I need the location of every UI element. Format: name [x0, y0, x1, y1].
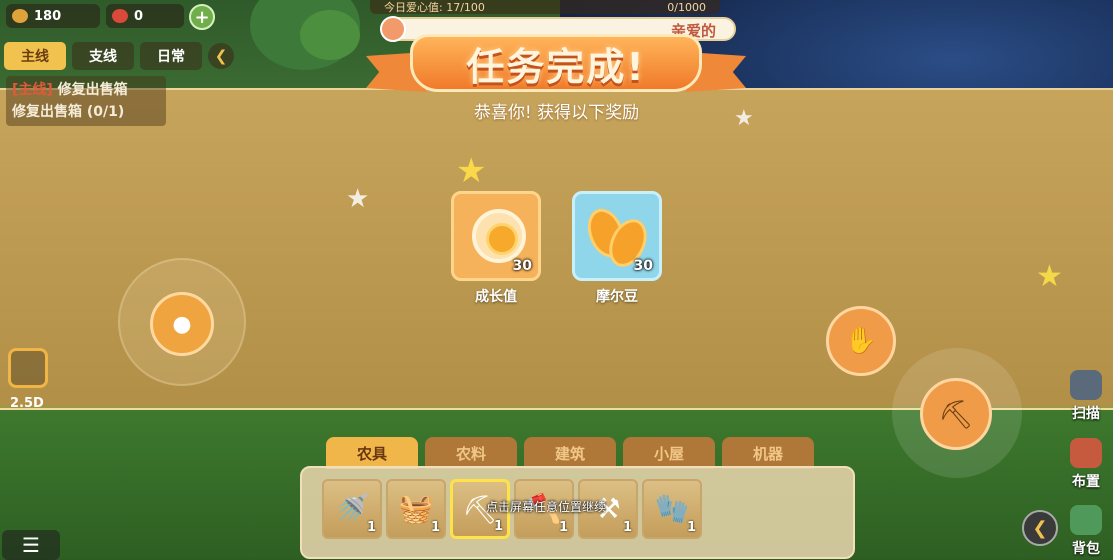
decorate-label: 布置	[1072, 474, 1100, 490]
tab-cabin[interactable]: 小屋	[623, 437, 715, 469]
star-icon: ★	[456, 151, 487, 191]
reward-growth: 30	[451, 191, 541, 281]
interact-button[interactable]: ✋	[826, 306, 896, 376]
collapse-toolbar-icon[interactable]: ❮	[1022, 510, 1058, 546]
scan-icon	[1070, 370, 1102, 400]
reward-mole-bean: 30	[572, 191, 662, 281]
tool-count: 1	[430, 520, 440, 535]
reward-name: 摩尔豆	[596, 289, 638, 305]
reward-name: 成长值	[475, 289, 517, 305]
star-icon: ★	[734, 106, 754, 131]
tab-machine[interactable]: 机器	[722, 437, 814, 469]
tab-building[interactable]: 建筑	[524, 437, 616, 469]
pickaxe-action-button[interactable]: ⛏	[920, 378, 992, 450]
joystick-knob[interactable]: ●	[150, 292, 214, 356]
backpack-icon	[1070, 505, 1102, 535]
toolbar-tabs: 农具 农料 建筑 小屋 机器	[326, 437, 814, 469]
menu-icon[interactable]: ☰	[2, 530, 60, 560]
backpack-label: 背包	[1072, 541, 1100, 557]
reward-qty: 30	[512, 258, 532, 274]
love-value-max: 0/1000	[667, 0, 706, 14]
quest-tabs: 主线 支线 日常	[4, 42, 202, 70]
gold-icon	[12, 9, 28, 23]
camera-mode-label: 2.5D	[10, 396, 44, 411]
reward-subtitle: 恭喜你! 获得以下奖励	[473, 103, 640, 123]
tool-slot[interactable]: 🧤 1	[642, 479, 702, 539]
tool-count: 1	[558, 520, 568, 535]
quest-tag: [主线]	[12, 82, 53, 98]
bush	[300, 10, 360, 60]
tab-farm-tools[interactable]: 农具	[326, 437, 418, 469]
gold-counter: 180	[6, 4, 100, 28]
task-complete-ribbon: 任务完成!	[366, 28, 746, 98]
tool-count: 1	[622, 520, 632, 535]
bean-counter: 0	[106, 4, 184, 28]
tool-slot[interactable]: 🚿 1	[322, 479, 382, 539]
banner-title: 任务完成!	[466, 44, 646, 89]
scan-button[interactable]: 扫描	[1062, 370, 1110, 423]
tool-slot[interactable]: 🧺 1	[386, 479, 446, 539]
collapse-quest-icon[interactable]: ❮	[208, 43, 234, 69]
ribbon-band: 任务完成!	[410, 34, 702, 92]
tab-main-quest[interactable]: 主线	[4, 42, 66, 70]
tool-count: 1	[493, 519, 503, 534]
bean-value: 0	[134, 8, 144, 24]
decorate-button[interactable]: 布置	[1062, 438, 1110, 491]
love-value-text: 今日爱心值: 17/100	[384, 1, 485, 14]
reward-qty: 30	[633, 258, 653, 274]
tool-count: 1	[366, 520, 376, 535]
tab-side-quest[interactable]: 支线	[72, 42, 134, 70]
bean-icon	[112, 9, 128, 23]
gold-value: 180	[34, 8, 62, 24]
continue-hint: 点击屏幕任意位置继续	[486, 500, 607, 514]
star-icon: ★	[1036, 259, 1063, 294]
camera-icon[interactable]	[8, 348, 48, 388]
star-icon: ★	[346, 184, 370, 214]
add-currency-button[interactable]: +	[189, 4, 215, 30]
quest-name: 修复出售箱	[57, 82, 128, 98]
growth-coin-icon	[472, 209, 526, 263]
tool-count: 1	[686, 520, 696, 535]
scan-label: 扫描	[1072, 406, 1100, 422]
tab-fertilizer[interactable]: 农料	[425, 437, 517, 469]
backpack-button[interactable]: 背包	[1062, 505, 1110, 558]
tab-daily-quest[interactable]: 日常	[140, 42, 202, 70]
decorate-icon	[1070, 438, 1102, 468]
love-value-bar: 今日爱心值: 17/100 0/1000	[370, 0, 720, 14]
